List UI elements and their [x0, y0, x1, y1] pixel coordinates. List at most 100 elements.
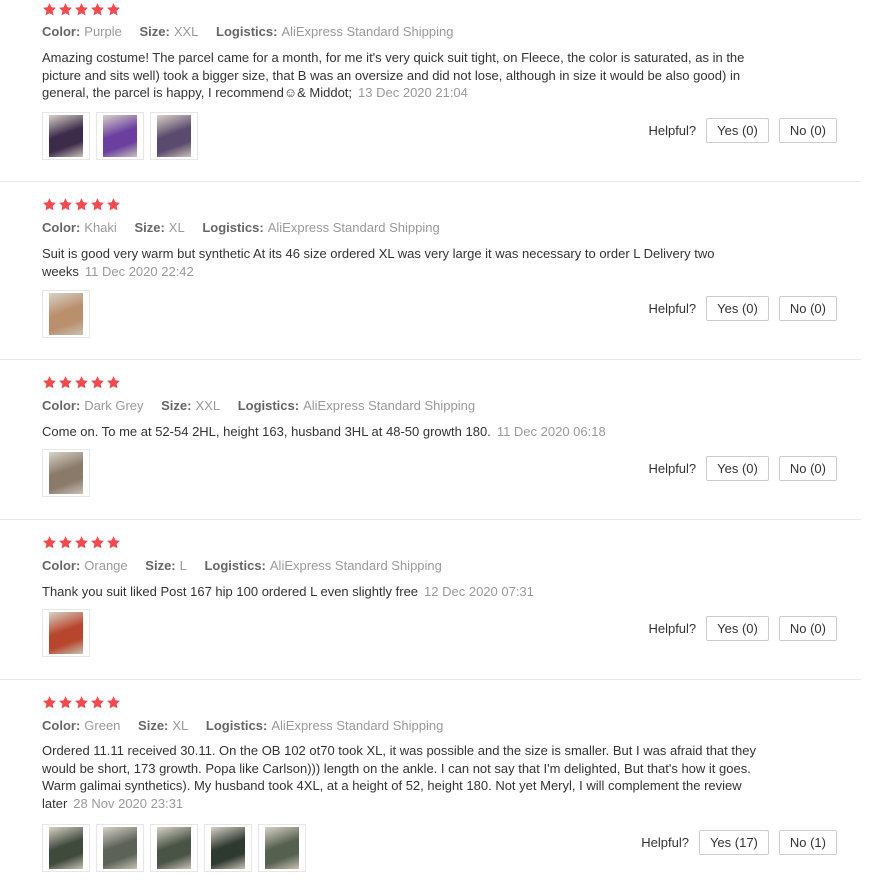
logistics-value: AliExpress Standard Shipping [269, 558, 442, 573]
star-icon [75, 198, 88, 211]
helpful-no-button[interactable]: No (0) [778, 456, 837, 481]
color-label: Color: [42, 718, 81, 733]
helpful-label: Helpful? [641, 835, 689, 850]
star-rating [42, 375, 121, 391]
color-value: Green [84, 718, 121, 733]
star-icon [75, 3, 88, 16]
review-photo-thumbnail[interactable] [258, 824, 306, 872]
review-body: Come on. To me at 52-54 2HL, height 163,… [42, 424, 491, 439]
review-meta: Color: Purple Size: XXL Logistics: AliExpre… [42, 24, 467, 39]
star-icon [59, 3, 72, 16]
size-label: Size: [134, 220, 165, 235]
star-icon [43, 696, 56, 709]
photo-image [49, 115, 83, 157]
star-icon [107, 376, 120, 389]
helpful-no-button[interactable]: No (0) [778, 296, 837, 321]
helpful-section: Helpful? Yes (0) No (0) [648, 616, 837, 641]
size-value: XL [172, 718, 189, 733]
logistics-label: Logistics: [205, 718, 268, 733]
helpful-no-button[interactable]: No (1) [778, 830, 837, 855]
review-photo-thumbnail[interactable] [42, 290, 90, 338]
review-meta: Color: Dark Grey Size: XXL Logistics: AliEx… [42, 398, 489, 413]
helpful-yes-button[interactable]: Yes (0) [706, 616, 769, 641]
logistics-label: Logistics: [237, 398, 300, 413]
review-item: Color: Dark Grey Size: XXL Logistics: AliEx… [0, 359, 861, 520]
review-text: Ordered 11.11 received 30.11. On the OB … [42, 742, 760, 812]
logistics-value: AliExpress Standard Shipping [303, 398, 476, 413]
review-item: Color: Orange Size: L Logistics: AliExpress… [0, 519, 861, 680]
review-text: Come on. To me at 52-54 2HL, height 163,… [42, 423, 762, 441]
review-text: Suit is good very warm but synthetic At … [42, 245, 747, 280]
review-meta: Color: Orange Size: L Logistics: AliExpress… [42, 558, 456, 573]
star-icon [75, 536, 88, 549]
star-icon [107, 696, 120, 709]
star-icon [91, 198, 104, 211]
review-meta: Color: Khaki Size: XL Logistics: AliExpress… [42, 220, 454, 235]
review-photos [42, 112, 198, 160]
review-photo-thumbnail[interactable] [150, 112, 198, 160]
star-icon [59, 536, 72, 549]
star-icon [91, 536, 104, 549]
helpful-yes-button[interactable]: Yes (0) [706, 296, 769, 321]
color-value: Dark Grey [84, 398, 144, 413]
review-date: 11 Dec 2020 22:42 [84, 263, 194, 279]
logistics-label: Logistics: [202, 220, 264, 235]
star-icon [43, 3, 56, 16]
star-rating [42, 2, 121, 18]
star-icon [75, 376, 88, 389]
helpful-yes-button[interactable]: Yes (0) [706, 456, 769, 481]
helpful-label: Helpful? [648, 621, 697, 636]
photo-image [49, 293, 83, 335]
helpful-no-button[interactable]: No (0) [778, 616, 837, 641]
star-icon [91, 376, 104, 389]
star-icon [43, 536, 56, 549]
logistics-value: AliExpress Standard Shipping [267, 220, 440, 235]
helpful-section: Helpful? Yes (17) No (1) [641, 830, 837, 855]
review-photo-thumbnail[interactable] [42, 112, 90, 160]
helpful-section: Helpful? Yes (0) No (0) [648, 296, 837, 321]
photo-image [265, 827, 299, 869]
star-icon [59, 198, 72, 211]
star-icon [107, 198, 120, 211]
star-rating [42, 695, 121, 711]
review-item: Color: Purple Size: XXL Logistics: AliExpre… [0, 0, 861, 182]
review-photo-thumbnail[interactable] [204, 824, 252, 872]
review-text: Thank you suit liked Post 167 hip 100 or… [42, 583, 762, 601]
helpful-section: Helpful? Yes (0) No (0) [648, 456, 837, 481]
photo-image [49, 827, 83, 869]
review-date: 11 Dec 2020 06:18 [496, 424, 606, 439]
helpful-yes-button[interactable]: Yes (17) [698, 830, 769, 855]
review-photos [42, 824, 306, 872]
review-photo-thumbnail[interactable] [96, 112, 144, 160]
photo-image [211, 827, 245, 869]
review-photo-thumbnail[interactable] [96, 824, 144, 872]
size-value: L [179, 558, 187, 573]
helpful-label: Helpful? [648, 301, 697, 316]
helpful-yes-button[interactable]: Yes (0) [706, 118, 769, 143]
color-label: Color: [42, 558, 81, 573]
photo-image [49, 612, 83, 654]
review-date: 13 Dec 2020 21:04 [358, 85, 468, 100]
star-icon [43, 198, 56, 211]
review-photos [42, 449, 90, 497]
logistics-label: Logistics: [204, 558, 266, 573]
star-icon [107, 3, 120, 16]
review-photo-thumbnail[interactable] [42, 609, 90, 657]
review-text: Amazing costume! The parcel came for a m… [42, 49, 767, 102]
size-value: XL [168, 220, 185, 235]
review-photo-thumbnail[interactable] [42, 449, 90, 497]
review-meta: Color: Green Size: XL Logistics: AliExpress… [42, 718, 457, 733]
photo-image [157, 115, 191, 157]
size-label: Size: [161, 398, 192, 413]
review-photo-thumbnail[interactable] [42, 824, 90, 872]
review-photos [42, 290, 90, 338]
star-icon [107, 536, 120, 549]
helpful-no-button[interactable]: No (0) [778, 118, 837, 143]
size-value: XXL [195, 398, 221, 413]
photo-image [103, 827, 137, 869]
star-rating [42, 197, 121, 213]
logistics-value: AliExpress Standard Shipping [271, 718, 444, 733]
star-icon [43, 376, 56, 389]
review-photo-thumbnail[interactable] [150, 824, 198, 872]
size-value: XXL [173, 24, 199, 39]
